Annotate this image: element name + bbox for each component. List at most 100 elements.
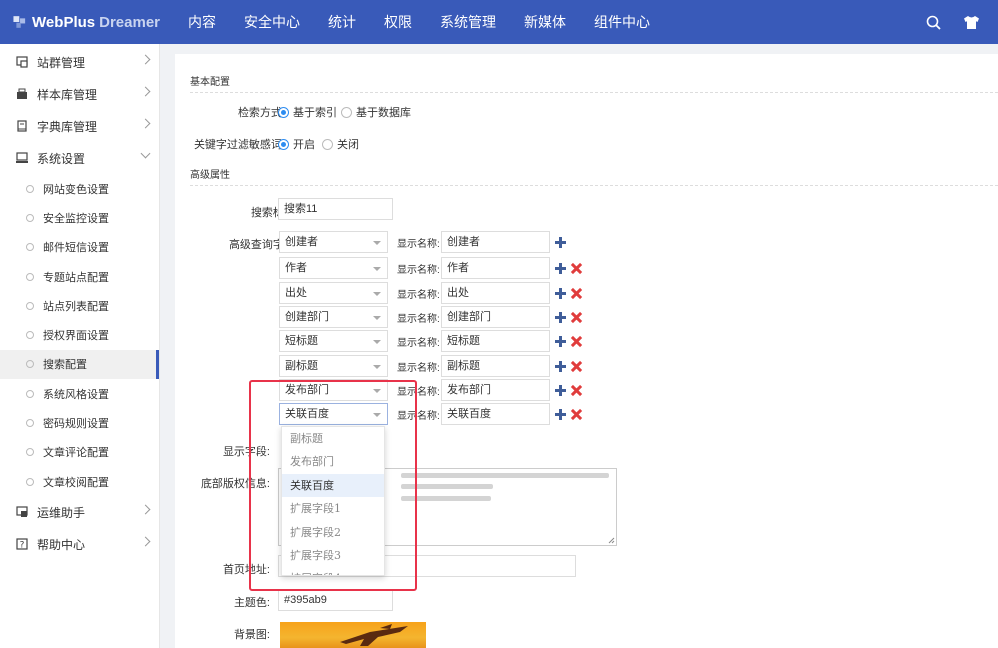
display-name-input[interactable]: 副标题	[441, 355, 550, 377]
sidebar-item-ops-helper[interactable]: 运维助手	[0, 496, 159, 528]
nav-statistics[interactable]: 统计	[328, 12, 356, 32]
field-select[interactable]: 作者	[279, 257, 388, 279]
sidebar-sub-security-monitor[interactable]: 安全监控设置	[0, 203, 159, 232]
dropdown-option[interactable]: 扩展字段4	[282, 567, 384, 575]
dropdown-option-selected[interactable]: 关联百度	[282, 473, 384, 498]
add-field-icon[interactable]	[555, 288, 566, 299]
delete-field-icon[interactable]	[571, 263, 582, 274]
sidebar-sub-label: 安全监控设置	[43, 212, 109, 225]
field-select[interactable]: 创建者	[279, 231, 388, 253]
radio-search-db[interactable]: 基于数据库	[341, 104, 411, 120]
display-name-label: 显示名称:	[397, 411, 440, 422]
resize-handle-icon[interactable]	[608, 537, 615, 544]
circle-icon	[26, 331, 34, 340]
search-icon[interactable]	[926, 15, 941, 30]
display-name-input[interactable]: 发布部门	[441, 379, 550, 401]
sidebar-sub-topic-site[interactable]: 专题站点配置	[0, 262, 159, 291]
chevron-right-icon	[140, 54, 151, 65]
nav-system[interactable]: 系统管理	[440, 12, 496, 32]
dropdown-option[interactable]: 发布部门	[282, 450, 384, 473]
ops-helper-icon	[16, 506, 28, 518]
logo-main-text: WebPlus	[32, 13, 96, 31]
nav-security[interactable]: 安全中心	[244, 12, 300, 32]
sidebar-item-sample-lib[interactable]: 样本库管理	[0, 78, 159, 110]
display-name-input[interactable]: 短标题	[441, 330, 550, 352]
add-field-icon[interactable]	[555, 336, 566, 347]
logo[interactable]: WebPlus Dreamer	[0, 0, 160, 44]
background-image-thumbnail[interactable]	[280, 622, 426, 648]
caret-down-icon	[373, 389, 381, 393]
sidebar-sub-mail-sms[interactable]: 邮件短信设置	[0, 233, 159, 262]
dropdown-option[interactable]: 扩展字段2	[282, 521, 384, 544]
copyright-label: 底部版权信息:	[200, 478, 270, 490]
nav-content[interactable]: 内容	[188, 12, 216, 32]
add-field-icon[interactable]	[555, 385, 566, 396]
radio-label: 基于索引	[293, 107, 337, 119]
radio-filter-on[interactable]: 开启	[278, 136, 315, 152]
add-field-icon[interactable]	[555, 361, 566, 372]
nav-new-media[interactable]: 新媒体	[524, 12, 566, 32]
delete-field-icon[interactable]	[571, 336, 582, 347]
sidebar-item-label: 站群管理	[37, 55, 86, 70]
theme-color-input[interactable]: #395ab9	[278, 589, 393, 611]
main-panel: 基本配置 检索方式: 基于索引 基于数据库 关键字过滤敏感词: 开启 关闭 高级…	[175, 54, 998, 648]
sidebar-sub-password-rules[interactable]: 密码规则设置	[0, 408, 159, 437]
dropdown-option[interactable]: 扩展字段3	[282, 544, 384, 567]
theme-shirt-icon[interactable]	[963, 15, 980, 30]
add-field-icon[interactable]	[555, 312, 566, 323]
radio-label: 开启	[293, 139, 315, 151]
search-title-input[interactable]: 搜索11	[278, 198, 393, 220]
circle-icon	[26, 184, 34, 193]
sidebar-sub-label: 文章校阅配置	[43, 476, 109, 489]
sidebar-item-system-settings[interactable]: 系统设置	[0, 142, 159, 174]
sidebar-sub-search-config[interactable]: 搜索配置	[0, 349, 159, 380]
display-name-label: 显示名称:	[397, 290, 440, 301]
sidebar-sub-site-color[interactable]: 网站变色设置	[0, 174, 159, 203]
radio-search-index[interactable]: 基于索引	[278, 104, 337, 120]
select-value: 发布部门	[285, 384, 329, 396]
delete-field-icon[interactable]	[571, 288, 582, 299]
nav-components[interactable]: 组件中心	[594, 12, 650, 32]
delete-field-icon[interactable]	[571, 385, 582, 396]
divider	[190, 92, 998, 93]
radio-checked-icon	[278, 138, 289, 150]
display-name-input[interactable]: 创建者	[441, 231, 550, 253]
field-select-open[interactable]: 关联百度	[279, 403, 388, 425]
nav-permissions[interactable]: 权限	[384, 12, 412, 32]
caret-down-icon	[373, 365, 381, 369]
select-value: 创建部门	[285, 311, 329, 323]
select-value: 出处	[285, 287, 307, 299]
sidebar-sub-label: 邮件短信设置	[43, 242, 109, 255]
sidebar-sub-proofread[interactable]: 文章校阅配置	[0, 467, 159, 496]
sidebar-sub-site-list[interactable]: 站点列表配置	[0, 291, 159, 320]
add-field-icon[interactable]	[555, 263, 566, 274]
field-select[interactable]: 创建部门	[279, 306, 388, 328]
display-name-input[interactable]: 创建部门	[441, 306, 550, 328]
circle-icon	[26, 301, 34, 310]
radio-unchecked-icon	[322, 138, 333, 150]
sidebar-sub-comments[interactable]: 文章评论配置	[0, 438, 159, 467]
circle-icon	[26, 419, 34, 428]
add-field-icon[interactable]	[555, 237, 566, 248]
add-field-icon[interactable]	[555, 409, 566, 420]
sample-lib-icon	[17, 88, 27, 99]
dropdown-option[interactable]: 副标题	[282, 427, 384, 450]
field-select[interactable]: 副标题	[279, 355, 388, 377]
sidebar-item-site-group[interactable]: 站群管理	[0, 46, 159, 78]
dropdown-option[interactable]: 扩展字段1	[282, 497, 384, 520]
sidebar-sub-auth-ui[interactable]: 授权界面设置	[0, 320, 159, 349]
display-name-input[interactable]: 关联百度	[441, 403, 550, 425]
sidebar-item-dictionary[interactable]: 字典库管理	[0, 110, 159, 142]
sidebar: 站群管理 样本库管理 字典库管理 系统设置 网站变色设置 安全监控设置 邮件短信…	[0, 44, 160, 648]
sidebar-item-help-center[interactable]: ? 帮助中心	[0, 528, 159, 560]
display-name-input[interactable]: 作者	[441, 257, 550, 279]
field-select[interactable]: 发布部门	[279, 379, 388, 401]
radio-filter-off[interactable]: 关闭	[322, 136, 359, 152]
display-name-input[interactable]: 出处	[441, 282, 550, 304]
delete-field-icon[interactable]	[571, 312, 582, 323]
field-select[interactable]: 出处	[279, 282, 388, 304]
sidebar-sub-system-style[interactable]: 系统风格设置	[0, 379, 159, 408]
delete-field-icon[interactable]	[571, 361, 582, 372]
delete-field-icon[interactable]	[571, 409, 582, 420]
field-select[interactable]: 短标题	[279, 330, 388, 352]
